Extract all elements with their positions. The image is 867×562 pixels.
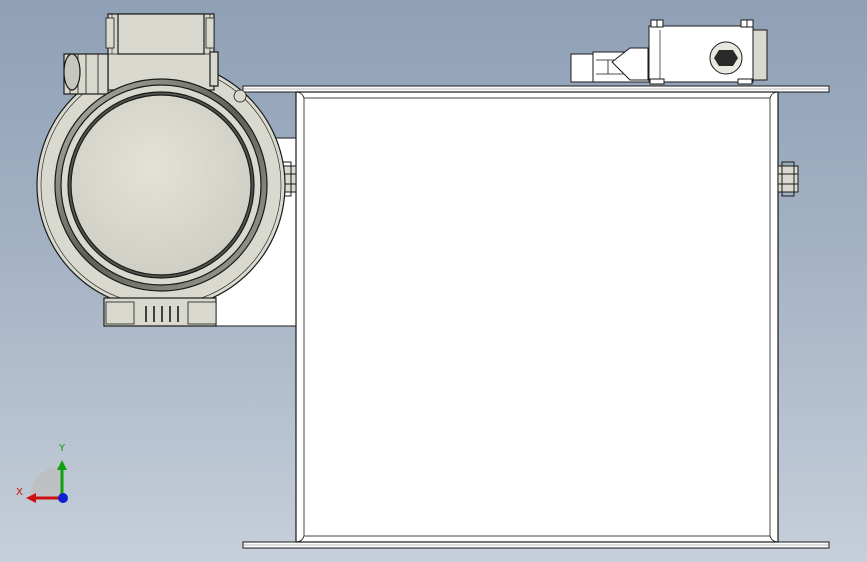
assembly-drawing [26,13,830,549]
triad-x-label: X [16,487,23,498]
oil-tank-body [295,91,779,543]
tank-top-flange [242,85,830,93]
cad-graphics-viewport[interactable]: X Y [0,0,867,562]
triad-y-label: Y [59,443,66,454]
valve-block [570,19,768,85]
tank-bottom-flange [242,541,830,549]
tank-bolt-right [777,161,799,197]
coordinate-triad [26,460,68,503]
